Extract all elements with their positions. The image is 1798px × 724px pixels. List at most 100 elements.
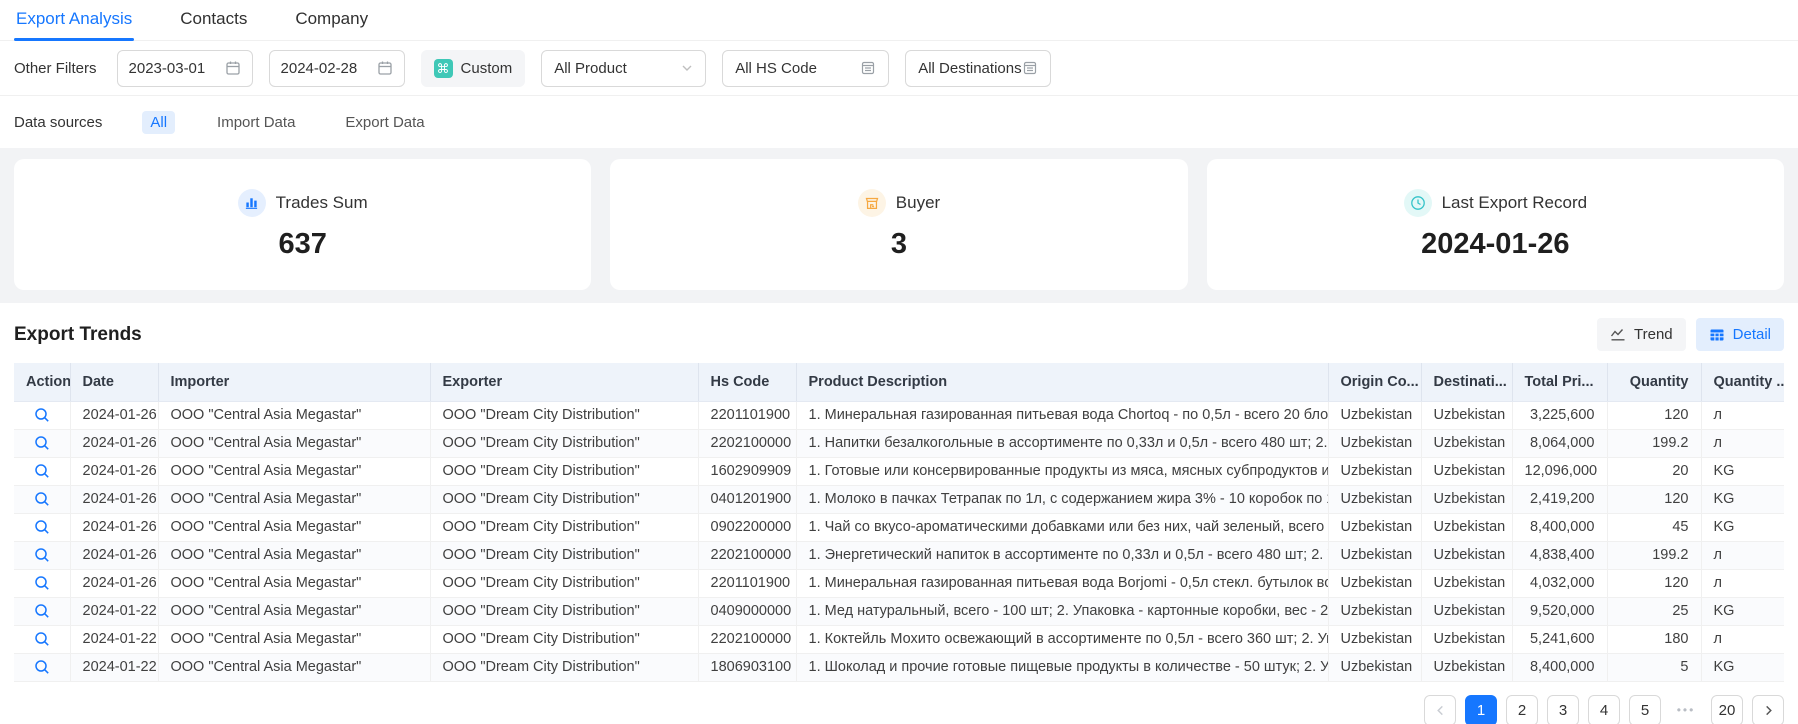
cell-quantity-unit: KG	[1701, 653, 1784, 681]
cell-date: 2024-01-22	[70, 597, 158, 625]
export-trends-header: Export Trends Trend Detail	[0, 303, 1798, 363]
cell-destination: Uzbekistan	[1421, 457, 1512, 485]
cell-importer: OOO "Central Asia Megastar"	[158, 513, 430, 541]
table-row: 2024-01-26 OOO "Central Asia Megastar" O…	[14, 569, 1784, 597]
search-icon[interactable]	[33, 630, 51, 648]
tab-export-analysis[interactable]: Export Analysis	[14, 0, 134, 40]
top-tab-bar: Export Analysis Contacts Company	[0, 0, 1798, 41]
page-button-5[interactable]: 5	[1629, 695, 1661, 724]
destinations-select[interactable]: All Destinations	[905, 50, 1051, 87]
filter-row: Other Filters 2023-03-01 2024-02-28 ⌘ Cu…	[0, 41, 1798, 96]
cell-importer: OOO "Central Asia Megastar"	[158, 485, 430, 513]
search-icon[interactable]	[33, 490, 51, 508]
source-option-export-data[interactable]: Export Data	[337, 111, 432, 134]
cell-date: 2024-01-26	[70, 485, 158, 513]
cell-total-price: 8,064,000	[1512, 429, 1607, 457]
cell-hs-code: 2201101900	[698, 401, 796, 429]
hs-code-select[interactable]: All HS Code	[722, 50, 889, 87]
cell-product-description: 1. Минеральная газированная питьевая вод…	[796, 569, 1328, 597]
page-button-2[interactable]: 2	[1506, 695, 1538, 724]
tab-company[interactable]: Company	[293, 0, 370, 40]
search-icon[interactable]	[33, 574, 51, 592]
shop-icon	[858, 189, 886, 217]
cell-exporter: OOO "Dream City Distribution"	[430, 569, 698, 597]
tab-contacts[interactable]: Contacts	[178, 0, 249, 40]
page-button-3[interactable]: 3	[1547, 695, 1579, 724]
cell-total-price: 9,520,000	[1512, 597, 1607, 625]
stat-card-buyer: Buyer 3	[610, 159, 1187, 290]
cell-product-description: 1. Энергетический напиток в ассортименте…	[796, 541, 1328, 569]
table-row: 2024-01-26 OOO "Central Asia Megastar" O…	[14, 513, 1784, 541]
trend-view-button[interactable]: Trend	[1597, 318, 1686, 351]
cell-total-price: 4,838,400	[1512, 541, 1607, 569]
cell-date: 2024-01-22	[70, 653, 158, 681]
search-icon[interactable]	[33, 658, 51, 676]
cell-destination: Uzbekistan	[1421, 569, 1512, 597]
search-icon[interactable]	[33, 518, 51, 536]
cell-destination: Uzbekistan	[1421, 625, 1512, 653]
cell-quantity-unit: KG	[1701, 485, 1784, 513]
cell-quantity: 120	[1607, 401, 1701, 429]
page-button-1[interactable]: 1	[1465, 695, 1497, 724]
table-grid-icon	[1709, 327, 1725, 343]
cell-destination: Uzbekistan	[1421, 485, 1512, 513]
cell-quantity: 25	[1607, 597, 1701, 625]
detail-view-button[interactable]: Detail	[1696, 318, 1784, 351]
cell-quantity: 5	[1607, 653, 1701, 681]
prev-page-button[interactable]	[1424, 695, 1456, 724]
date-from-input[interactable]: 2023-03-01	[117, 50, 253, 87]
cell-importer: OOO "Central Asia Megastar"	[158, 541, 430, 569]
col-hs-code: Hs Code	[698, 363, 796, 401]
cell-hs-code: 1806903100	[698, 653, 796, 681]
cell-total-price: 4,032,000	[1512, 569, 1607, 597]
cell-quantity: 199.2	[1607, 541, 1701, 569]
page-button-20[interactable]: 20	[1711, 695, 1743, 724]
col-action: Action	[14, 363, 70, 401]
search-icon[interactable]	[33, 546, 51, 564]
col-destination: Destinati...	[1421, 363, 1512, 401]
date-to-input[interactable]: 2024-02-28	[269, 50, 405, 87]
page-button-4[interactable]: 4	[1588, 695, 1620, 724]
next-page-button[interactable]	[1752, 695, 1784, 724]
cell-date: 2024-01-26	[70, 541, 158, 569]
cell-product-description: 1. Чай со вкусо-ароматическими добавками…	[796, 513, 1328, 541]
list-panel-icon	[860, 60, 876, 76]
cell-quantity: 199.2	[1607, 429, 1701, 457]
table-row: 2024-01-26 OOO "Central Asia Megastar" O…	[14, 485, 1784, 513]
custom-label: Custom	[461, 60, 513, 77]
cell-exporter: OOO "Dream City Distribution"	[430, 625, 698, 653]
col-quantity-unit: Quantity ...	[1701, 363, 1784, 401]
stat-value: 637	[278, 228, 326, 261]
stat-label: Trades Sum	[276, 193, 368, 213]
cell-hs-code: 0409000000	[698, 597, 796, 625]
table-row: 2024-01-22 OOO "Central Asia Megastar" O…	[14, 597, 1784, 625]
cell-product-description: 1. Готовые или консервированные продукты…	[796, 457, 1328, 485]
cell-date: 2024-01-22	[70, 625, 158, 653]
product-select[interactable]: All Product	[541, 50, 706, 87]
line-chart-icon	[1610, 327, 1626, 343]
search-icon[interactable]	[33, 406, 51, 424]
cell-date: 2024-01-26	[70, 569, 158, 597]
date-from-value: 2023-03-01	[129, 60, 206, 77]
page-ellipsis[interactable]: •••	[1670, 703, 1702, 717]
col-quantity: Quantity	[1607, 363, 1701, 401]
clock-icon	[1404, 189, 1432, 217]
custom-range-button[interactable]: ⌘ Custom	[421, 50, 526, 87]
cell-origin-country: Uzbekistan	[1328, 457, 1421, 485]
date-to-value: 2024-02-28	[281, 60, 358, 77]
cell-quantity-unit: KG	[1701, 513, 1784, 541]
source-option-all[interactable]: All	[142, 111, 175, 134]
cell-destination: Uzbekistan	[1421, 653, 1512, 681]
cell-total-price: 8,400,000	[1512, 513, 1607, 541]
search-icon[interactable]	[33, 434, 51, 452]
cell-product-description: 1. Мед натуральный, всего - 100 шт; 2. У…	[796, 597, 1328, 625]
cell-origin-country: Uzbekistan	[1328, 541, 1421, 569]
search-icon[interactable]	[33, 462, 51, 480]
cell-quantity: 120	[1607, 485, 1701, 513]
cell-origin-country: Uzbekistan	[1328, 401, 1421, 429]
search-icon[interactable]	[33, 602, 51, 620]
cell-origin-country: Uzbekistan	[1328, 625, 1421, 653]
source-option-import-data[interactable]: Import Data	[209, 111, 303, 134]
pagination: 12345 ••• 20	[0, 682, 1798, 724]
calendar-icon	[377, 60, 393, 76]
